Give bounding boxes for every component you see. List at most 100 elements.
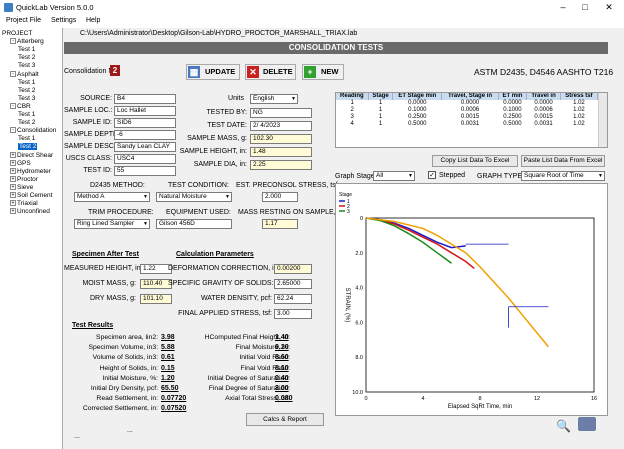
tree-node[interactable]: + Proctor [10,176,38,184]
tree-node[interactable]: PROJECT [2,30,32,38]
tree-node[interactable]: - Atterberg [10,38,44,46]
tree-node[interactable]: Test 2 [18,54,35,62]
collapse-icon: - [10,127,16,134]
tree-node[interactable]: Test 2 [18,119,35,127]
delete-button[interactable]: ✕ DELETE [245,64,296,80]
tree-node[interactable]: Test 1 [18,111,35,119]
stepped-checkbox[interactable]: ✓ [428,171,436,179]
sample-height-input[interactable]: 1.48 [250,147,312,157]
method-select[interactable]: Method A ▼ [74,192,150,202]
tree-node[interactable]: + Hydrometer [10,168,51,176]
sample-loc-input[interactable]: Loc Hallet [114,106,176,116]
table-cell: 0.0006 [534,107,553,113]
table-row[interactable]: 1 1 0.0000 0.0000 0.0000 0.0000 1.02 [336,100,598,107]
water-input[interactable]: 62.24 [274,294,312,304]
table-cell: 1 [378,121,383,127]
column-header[interactable]: ET min [498,93,528,100]
table-cell: 0.0000 [408,100,427,106]
result-value: 0.61 [161,354,175,362]
tree-node[interactable]: Test 1 [18,46,35,54]
tree-node[interactable]: + Direct Shear [10,152,53,160]
sample-depth-input[interactable]: -6 [114,130,176,140]
print-icon[interactable] [578,417,596,431]
column-header[interactable]: Reading [336,93,369,100]
chevron-down-icon: ▼ [143,194,148,200]
tree-node[interactable]: + Triaxial [10,200,38,208]
test-id-input[interactable]: 55 [114,166,176,176]
tree-node[interactable]: Test 3 [18,95,35,103]
y-tick-label: 0 [360,216,363,222]
tree-node[interactable]: + Sieve [10,184,33,192]
y-tick-label: 4.0 [355,286,363,292]
tree-node[interactable]: Test 1 [18,79,35,87]
tree-node[interactable]: Test 3 [18,62,35,70]
tree-node[interactable]: + Soil Cement [10,192,52,200]
tree-node[interactable]: Test 2 [18,87,35,95]
units-select[interactable]: English ▼ [250,94,298,104]
test-date-input[interactable]: 2/ 4/2023 [250,121,312,131]
sample-dia-input[interactable]: 2.25 [250,160,312,170]
menu-help[interactable]: Help [86,17,100,24]
sample-mass-input[interactable]: 102.30 [250,134,312,144]
column-header[interactable]: Travel in [526,93,561,100]
condition-select[interactable]: Natural Moisture ▼ [156,192,232,202]
x-tick-label: 8 [478,396,481,402]
result-label: Specimen Volume, in3: [88,344,158,352]
scrollbar[interactable] [598,93,607,147]
trim-select[interactable]: Ring Lined Sampler ▼ [74,219,150,229]
tree-node[interactable]: - CBR [10,103,31,111]
x-tick-label: 4 [421,396,424,402]
stress-input[interactable]: 3.00 [274,309,312,319]
uscs-input[interactable]: USC4 [114,154,176,164]
tree-node[interactable]: Test 2 [18,143,38,151]
section-header: CONSOLIDATION TESTS [64,42,608,54]
close-button[interactable]: ✕ [598,1,620,14]
column-header[interactable]: Travel, Stage in [441,93,499,100]
sample-id-input[interactable]: SID6 [114,118,176,128]
table-row[interactable]: 4 1 0.5000 0.0031 0.5000 0.0031 1.02 [336,121,598,128]
table-cell: 0.2500 [503,114,522,120]
table-row[interactable]: 2 1 0.1000 0.0006 0.1000 0.0006 1.02 [336,107,598,114]
zoom-icon[interactable]: 🔍 [556,419,571,433]
menu-project-file[interactable]: Project File [6,17,41,24]
column-header[interactable]: ET Stage min [392,93,443,100]
tree-node[interactable]: - Consolidation [10,127,56,135]
sg-input[interactable]: 2.65000 [274,279,312,289]
copy-to-excel-button[interactable]: Copy List Data To Excel [432,155,518,167]
mass-resting-input[interactable]: 1.17 [262,219,298,229]
result-label: Final Degree of Saturation: [208,385,290,392]
readings-table[interactable]: Reading Stage ET Stage min Travel, Stage in… [335,92,608,148]
deform-label: DEFORMATION CORRECTION, in: [168,265,280,272]
update-button[interactable]: ▦ UPDATE [186,64,240,80]
paste-from-excel-button[interactable]: Paste List Data From Excel [521,155,605,167]
tree-node[interactable]: Test 1 [18,135,35,143]
tested-by-label: TESTED BY: [206,109,247,116]
test-id-label: TEST ID: [83,167,112,174]
equipment-input[interactable]: Gilson 456D [156,219,232,229]
source-input[interactable]: B4 [114,94,176,104]
table-row[interactable]: 3 1 0.2500 0.0015 0.2500 0.0015 1.02 [336,114,598,121]
result-value: 5.88 [161,344,175,352]
menu-settings[interactable]: Settings [51,17,76,24]
new-button[interactable]: + NEW [302,64,344,80]
tree-node[interactable]: - Asphalt [10,71,39,79]
project-tree[interactable]: PROJECT - Atterberg Test 1 Test 2 Test 3- Asph… [0,28,63,449]
deform-input[interactable]: 0.00200 [274,264,312,274]
y-tick-label: 8.0 [355,355,363,361]
tested-by-input[interactable]: NG [250,108,312,118]
maximize-button[interactable]: □ [574,1,596,14]
minimize-button[interactable]: – [552,1,574,14]
app-icon [4,3,13,12]
calcs-report-button[interactable]: Calcs & Report [246,413,324,426]
x-tick-label: 16 [591,396,597,402]
column-header[interactable]: Stress tsf [560,93,599,100]
tree-node[interactable]: + Unconfined [10,208,50,216]
table-cell: 0.2500 [408,114,427,120]
column-header[interactable]: Stage [368,93,394,100]
sample-loc-label: SAMPLE LOC.: [64,107,113,114]
tree-node[interactable]: + GPS [10,160,31,168]
sample-desc-input[interactable]: Sandy Lean CLAY [114,142,176,152]
preconsol-input[interactable]: 2.000 [262,192,298,202]
graph-stage-select[interactable]: All ▼ [373,171,415,181]
graph-type-select[interactable]: Square Root of Time ▼ [521,171,605,181]
